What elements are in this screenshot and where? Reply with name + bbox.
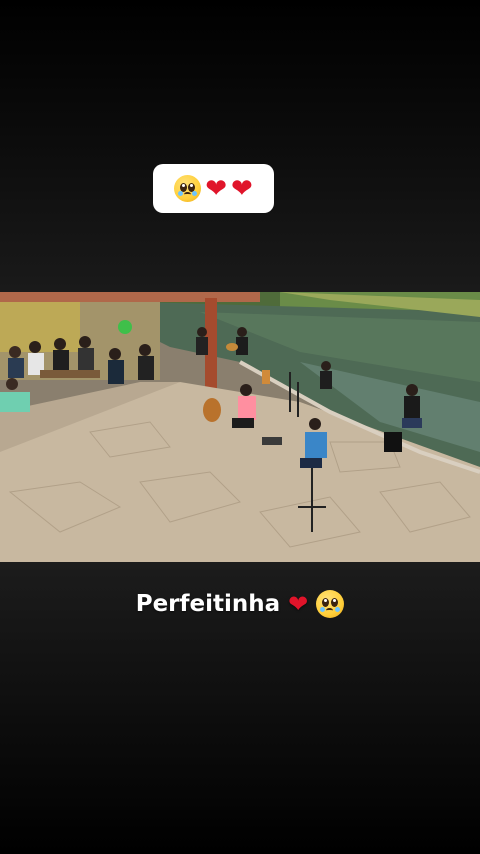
emoji-sticker: ❤ ❤	[153, 164, 274, 213]
top-background	[0, 0, 480, 292]
pleading-face-icon	[174, 175, 202, 202]
red-heart-icon: ❤	[231, 173, 253, 204]
caption: Perfeitinha ❤	[0, 590, 480, 618]
pleading-face-icon	[316, 590, 345, 618]
video-frame[interactable]	[0, 292, 480, 562]
video-scene	[0, 292, 480, 562]
red-heart-icon: ❤	[205, 173, 227, 204]
red-heart-icon: ❤	[288, 590, 309, 618]
caption-text: Perfeitinha	[135, 591, 281, 617]
